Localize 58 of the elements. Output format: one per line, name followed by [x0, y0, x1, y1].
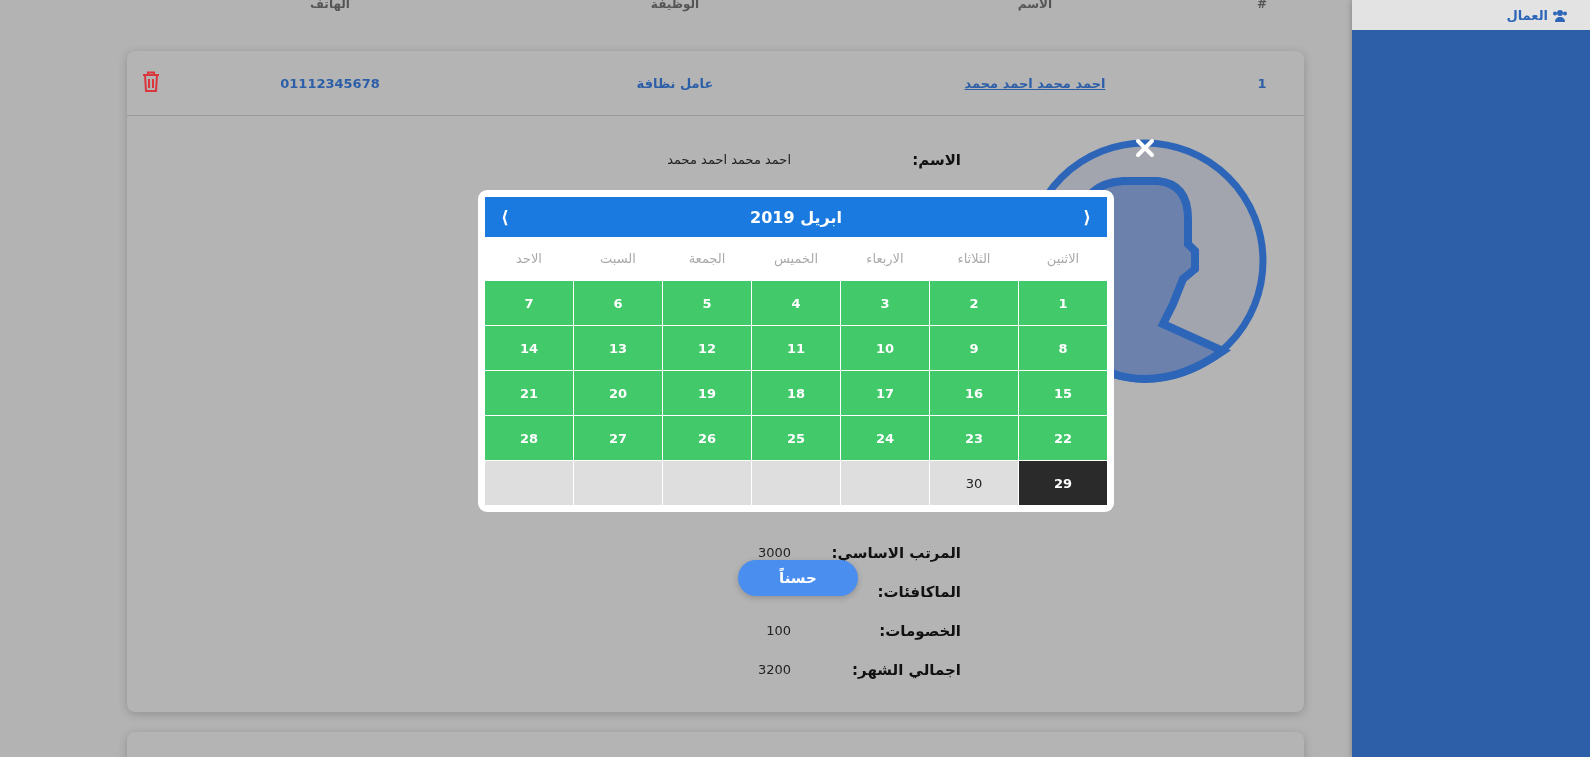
- field-label: الخصومات:: [879, 621, 961, 640]
- day-cell[interactable]: 11: [752, 326, 840, 370]
- day-cell[interactable]: 10: [841, 326, 929, 370]
- weekday-label: الاحد: [515, 250, 543, 268]
- employee-name-link[interactable]: احمد محمد احمد محمد: [964, 75, 1106, 91]
- ok-button[interactable]: حسناً: [738, 560, 858, 596]
- previous-month-button[interactable]: ⟨: [1079, 207, 1095, 227]
- day-cell[interactable]: 17: [841, 371, 929, 415]
- day-cell[interactable]: 16: [930, 371, 1018, 415]
- day-cell[interactable]: 20: [574, 371, 662, 415]
- field-value: 3000: [756, 545, 791, 560]
- weekday-label: الخميس: [773, 250, 819, 269]
- day-cell[interactable]: 23: [930, 416, 1018, 460]
- day-cell[interactable]: 3: [841, 281, 929, 325]
- close-icon[interactable]: [1135, 138, 1155, 158]
- day-cell[interactable]: 2: [930, 281, 1018, 325]
- day-cell[interactable]: 24: [841, 416, 929, 460]
- day-cell[interactable]: 25: [752, 416, 840, 460]
- day-cell[interactable]: 13: [574, 326, 662, 370]
- day-cell[interactable]: 5: [663, 281, 751, 325]
- weekday-label: الثلاثاء: [956, 250, 992, 268]
- field-label: المرتب الاساسي:: [831, 543, 961, 562]
- weekday-label: الجمعة: [687, 250, 727, 268]
- day-cell[interactable]: 8: [1019, 326, 1107, 370]
- day-cell[interactable]: 22: [1019, 416, 1107, 460]
- day-cell[interactable]: 29: [1019, 461, 1107, 505]
- users-icon: [1552, 8, 1568, 22]
- table-cell-text: 1: [1256, 75, 1268, 91]
- column-header: #: [1255, 0, 1269, 11]
- weekday-label: الاثنين: [1045, 250, 1081, 269]
- field-value: 100: [765, 623, 791, 638]
- day-cell[interactable]: 19: [663, 371, 751, 415]
- next-month-button[interactable]: ⟩: [497, 207, 513, 227]
- day-cell[interactable]: 30: [930, 461, 1018, 505]
- day-cell[interactable]: 26: [663, 416, 751, 460]
- day-cell[interactable]: 6: [574, 281, 662, 325]
- weekday-label: الاربعاء: [865, 250, 905, 268]
- day-cell[interactable]: 21: [485, 371, 573, 415]
- field-label: الاسم:: [912, 150, 961, 169]
- day-cell[interactable]: 15: [1019, 371, 1107, 415]
- table-cell-text: 01112345678: [279, 75, 381, 91]
- weekday-label: السبت: [599, 250, 637, 268]
- day-cell[interactable]: 12: [663, 326, 751, 370]
- field-value: 3200: [756, 662, 791, 677]
- sidebar-item[interactable]: العمال: [1352, 0, 1590, 30]
- table-cell-text: عامل نظافة: [635, 75, 715, 91]
- day-cell[interactable]: 27: [574, 416, 662, 460]
- field-label: اجمالي الشهر:: [852, 660, 961, 679]
- day-cell[interactable]: 9: [930, 326, 1018, 370]
- day-cell[interactable]: 1: [1019, 281, 1107, 325]
- day-cell[interactable]: 14: [485, 326, 573, 370]
- day-cell[interactable]: 4: [752, 281, 840, 325]
- day-cell[interactable]: 28: [485, 416, 573, 460]
- day-cell[interactable]: 18: [752, 371, 840, 415]
- day-cell[interactable]: 7: [485, 281, 573, 325]
- field-label: الماكافئات:: [877, 582, 961, 601]
- field-value: احمد محمد احمد محمد: [667, 152, 791, 167]
- month-title: ابريل 2019: [750, 207, 842, 227]
